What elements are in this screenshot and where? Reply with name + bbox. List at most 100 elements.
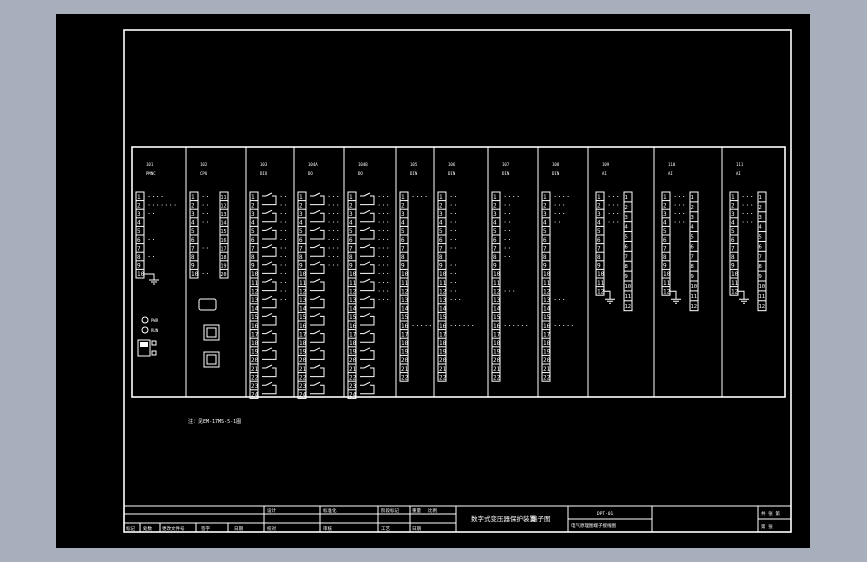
terminal-number: 14 <box>221 221 227 227</box>
terminal-number: 1 <box>137 194 141 201</box>
module-header-text: 103 <box>260 162 268 167</box>
module-m7: 106DIN1 • •2 • •3 • •4 • •5 • •6 • •7 • •89 • •1… <box>437 162 474 382</box>
relay-contact-icon <box>310 381 325 395</box>
module-m11: 110AI1 • • •2 • • •3 • • •4 • • •56789101112… <box>661 162 699 312</box>
terminal-label: • • • <box>378 298 389 302</box>
terminal-number: 4 <box>691 225 695 231</box>
terminal-number: 3 <box>759 215 762 221</box>
terminal-number: 6 <box>691 244 694 250</box>
terminal-label: • • <box>202 246 209 250</box>
terminal-number: 20 <box>439 357 447 364</box>
terminal-number: 11 <box>543 280 551 287</box>
db9-port-icon <box>198 298 217 311</box>
terminal-number: 14 <box>439 306 447 313</box>
terminal-number: 1 <box>663 194 667 201</box>
rj45-port-icon <box>203 324 220 341</box>
terminal-number: 5 <box>191 228 195 235</box>
terminal-label: • • • <box>378 255 389 259</box>
relay-contact-icon <box>310 244 325 257</box>
modules-layer: 101PMNC1 • • • •2 • • • • • • •3 • •456 • •7… <box>135 147 767 399</box>
terminal-number: 12 <box>759 304 766 310</box>
terminal-label: • • <box>280 264 287 268</box>
terminal-number: 20 <box>349 357 357 364</box>
terminal-number: 3 <box>349 211 353 218</box>
terminal-number: 21 <box>401 366 409 373</box>
terminal-number: 24 <box>349 392 357 399</box>
terminal-number: 12 <box>731 288 739 295</box>
tb-standard: 标准化 <box>323 507 337 514</box>
terminal-label: • • • <box>378 229 389 233</box>
module-header-text: 111 <box>736 162 744 167</box>
relay-contact-icon <box>360 226 375 240</box>
drawing-code: DPT-01 <box>597 511 614 517</box>
terminal-number: 5 <box>439 228 443 235</box>
module-header-text: DIN <box>552 171 560 176</box>
terminal-number: 7 <box>251 245 255 252</box>
terminal-number: 5 <box>731 228 735 235</box>
relay-contact-icon <box>360 312 375 326</box>
terminal-number: 24 <box>251 392 259 399</box>
module-m1: 101 PMNC 1 • • • • 2 • • • • • • • 3 • • 45 6 • • 7… <box>135 162 176 285</box>
terminal-number: 1 <box>251 194 255 201</box>
terminal-label: • • • <box>378 238 389 242</box>
terminal-number: 8 <box>543 254 547 261</box>
terminal-number: 9 <box>299 263 303 270</box>
relay-contact-icon <box>262 261 277 274</box>
terminal-number: 19 <box>493 349 501 356</box>
terminal-number: 9 <box>137 263 141 270</box>
terminal-number: 10 <box>731 271 739 278</box>
terminal-number: 22 <box>543 374 551 381</box>
terminal-number: 10 <box>625 284 632 290</box>
terminal-label: • • • <box>554 203 565 207</box>
terminal-label: • • <box>450 203 457 207</box>
terminal-number: 22 <box>401 374 409 381</box>
terminal-number: 3 <box>299 211 303 218</box>
terminal-number: 19 <box>299 349 307 356</box>
terminal-number: 1 <box>759 195 762 201</box>
terminal-number: 5 <box>137 228 141 235</box>
hdr-date: 日期 <box>234 526 243 532</box>
relay-contact-icon <box>262 381 277 395</box>
module-header-text: PMNC <box>146 171 156 176</box>
run-label: RUN <box>151 328 159 333</box>
terminal-label: • • <box>504 221 511 225</box>
relay-contact-icon <box>360 381 375 395</box>
sheet-mark-2: 第 张 <box>761 523 773 530</box>
terminal-label: • • • <box>674 203 685 207</box>
terminal-number: 14 <box>349 306 357 313</box>
terminal-number: 6 <box>759 244 762 250</box>
terminal-label: • • • <box>674 212 685 216</box>
terminal-number: 5 <box>759 235 762 241</box>
terminal-number: 16 <box>299 323 307 330</box>
terminal-label: • • • <box>378 203 389 207</box>
terminal-number: 12 <box>299 288 307 295</box>
terminal-number: 3 <box>401 211 405 218</box>
relay-contact-icon <box>310 295 325 309</box>
terminal-number: 18 <box>401 340 409 347</box>
sheet-mark: 共 张 第 <box>761 510 780 517</box>
terminal-number: 10 <box>191 271 199 278</box>
terminal-number: 3 <box>251 211 255 218</box>
terminal-number: 8 <box>493 254 497 261</box>
terminal-number: 12 <box>625 304 632 310</box>
terminal-number: 8 <box>191 254 195 261</box>
terminal-number: 16 <box>221 238 227 244</box>
module-header-text: 101 <box>146 162 154 167</box>
relay-contact-icon <box>310 364 325 378</box>
module-m2: 102CPU1 • •2 • •3 • •4 • •567 • •8910 • •11121… <box>189 162 229 279</box>
terminal-number: 5 <box>251 228 255 235</box>
terminal-number: 3 <box>191 211 195 218</box>
relay-contact-icon <box>310 312 325 326</box>
terminal-label: • • <box>148 212 155 216</box>
terminal-number: 13 <box>439 297 447 304</box>
terminal-label: • • <box>450 238 457 242</box>
terminal-number: 9 <box>625 274 628 280</box>
terminal-number: 13 <box>349 297 357 304</box>
terminal-number: 21 <box>299 366 307 373</box>
terminal-number: 15 <box>251 314 259 321</box>
terminal-number: 7 <box>137 245 141 252</box>
terminal-number: 2 <box>251 202 255 209</box>
terminal-number: 9 <box>663 263 667 270</box>
terminal-number: 7 <box>597 245 601 252</box>
terminal-label: • • <box>504 246 511 250</box>
